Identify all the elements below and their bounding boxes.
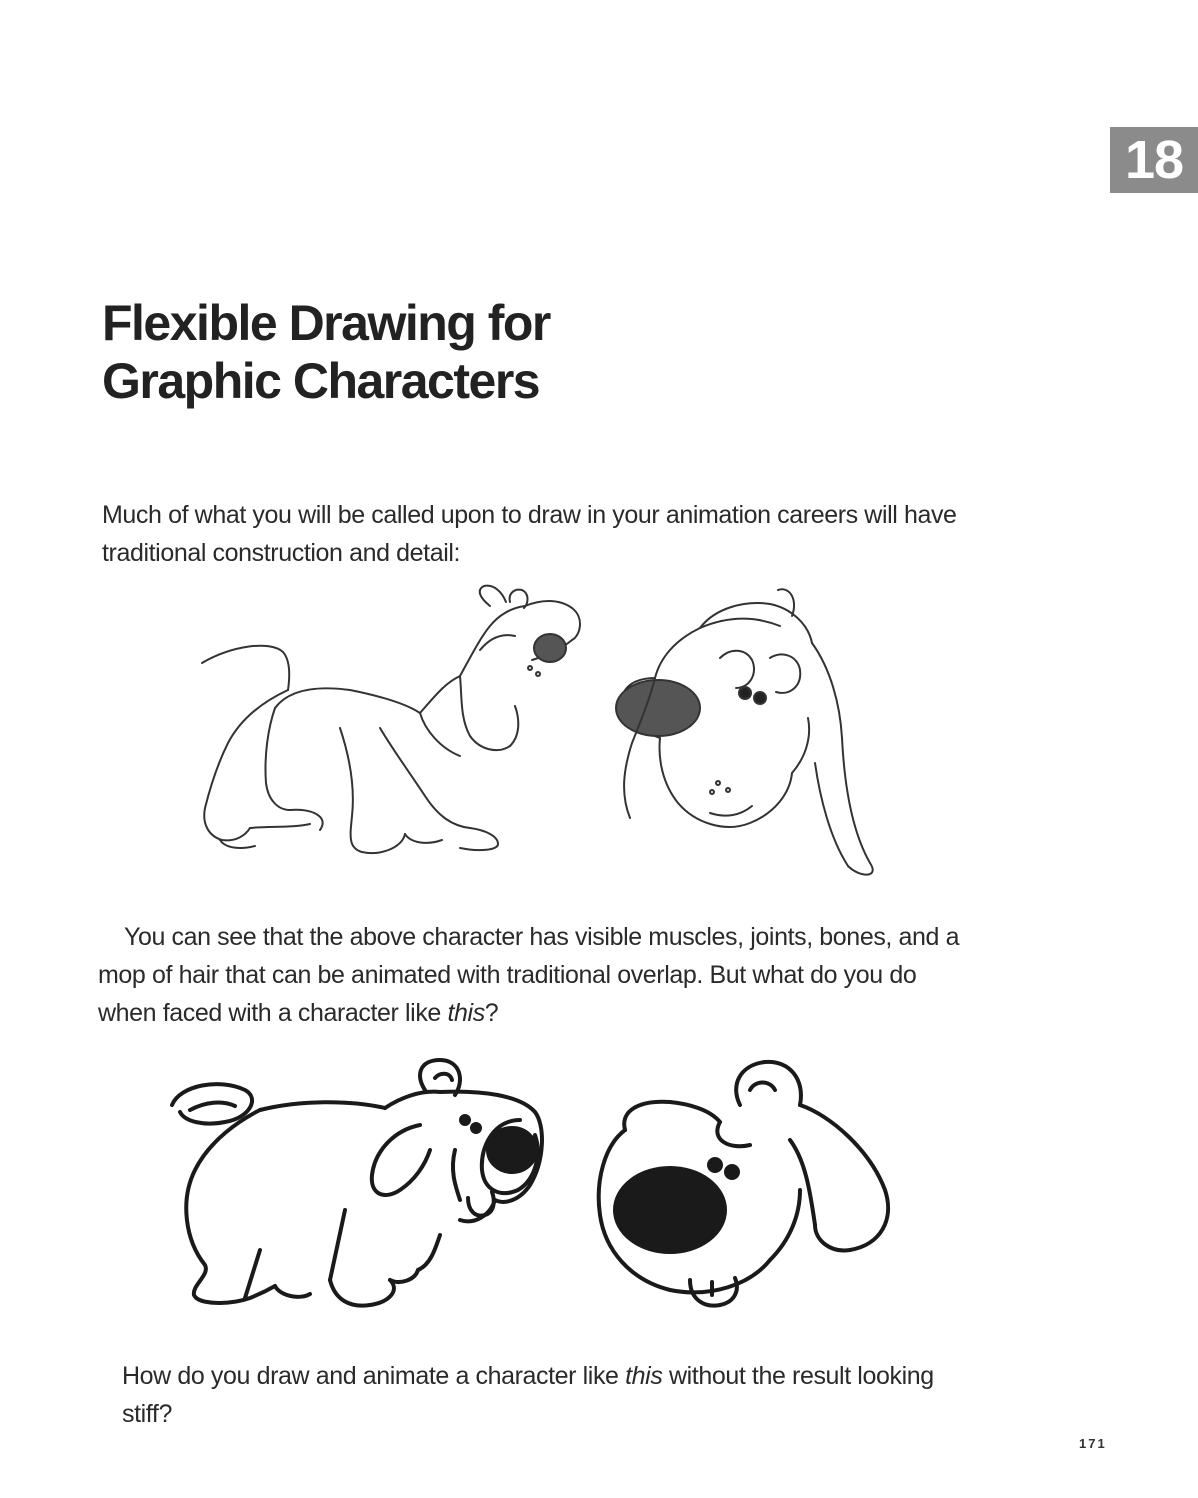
- graphic-dog-head: [596, 1059, 891, 1308]
- closing-paragraph-text: How do you draw and animate a character …: [122, 1362, 626, 1390]
- traditional-dog-head: [615, 588, 874, 876]
- closing-paragraph-emphasis: this: [625, 1362, 663, 1390]
- traditional-dog-illustration: [201, 584, 874, 876]
- closing-paragraph: How do you draw and animate a character …: [122, 1357, 982, 1433]
- chapter-number-tab: 18: [1110, 127, 1198, 193]
- graphic-dog-illustration: [170, 1058, 891, 1308]
- graphic-dog-full-body: [170, 1058, 544, 1308]
- middle-paragraph: You can see that the above character has…: [98, 918, 968, 1032]
- chapter-title-line-2: Graphic Characters: [102, 353, 541, 409]
- chapter-title-line-1: Flexible Drawing for: [102, 295, 551, 351]
- chapter-title: Flexible Drawing for Graphic Characters: [102, 294, 802, 410]
- page-number: 171: [1079, 1436, 1107, 1451]
- intro-paragraph: Much of what you will be called upon to …: [102, 501, 957, 567]
- traditional-dog-full-body: [201, 584, 581, 854]
- middle-paragraph-text: You can see that the above character has…: [98, 923, 960, 1027]
- middle-paragraph-end: ?: [484, 999, 499, 1027]
- middle-paragraph-emphasis: this: [447, 999, 485, 1027]
